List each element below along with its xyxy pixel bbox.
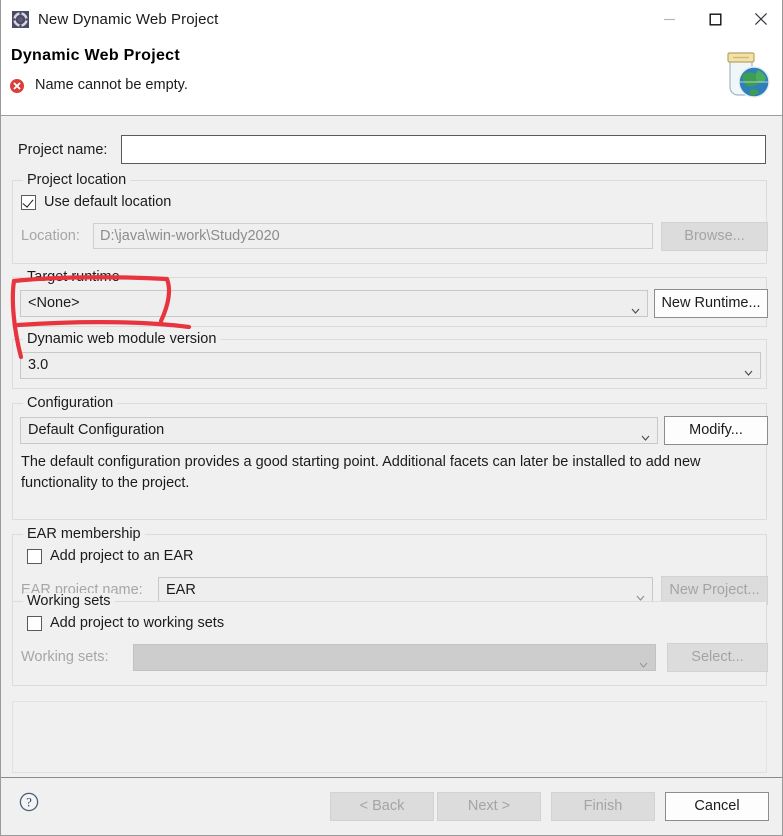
configuration-value: Default Configuration [28,422,165,438]
wizard-footer: ? < Back Next > Finish Cancel [1,777,782,835]
web-module-version-group: Dynamic web module version 3.0 [12,331,767,389]
new-dynamic-web-project-dialog: New Dynamic Web Project Dynamic Web Proj… [0,0,783,836]
title-bar: New Dynamic Web Project [1,0,782,38]
web-module-version-value: 3.0 [28,357,49,373]
select-button: Select... [667,643,768,672]
ear-project-name-value: EAR [166,582,196,598]
project-location-group: Project location Use default location Lo… [12,172,768,264]
chevron-down-icon [631,299,640,314]
validation-message: Name cannot be empty. [35,77,188,93]
empty-filler-panel [12,701,767,773]
add-to-ear-checkbox[interactable] [27,548,42,564]
eclipse-wizard-icon [12,10,29,28]
browse-button: Browse... [661,222,768,251]
page-title: Dynamic Web Project [11,47,181,64]
minimize-icon[interactable] [646,0,692,38]
wizard-body: Project name: Project location Use defau… [1,117,782,777]
chevron-down-icon [639,653,648,668]
ear-project-name-combo: EAR [158,577,653,604]
target-runtime-value: <None> [28,295,80,311]
web-project-jar-globe-icon [712,42,776,106]
chevron-down-icon [636,586,645,601]
help-question-icon[interactable]: ? [19,792,39,812]
working-sets-combo [133,644,656,671]
add-to-working-sets-row[interactable]: Add project to working sets [27,615,224,631]
project-location-group-title: Project location [23,172,131,188]
window-title: New Dynamic Web Project [38,10,219,28]
project-name-input[interactable] [121,135,766,164]
configuration-group: Configuration Default Configuration Modi… [12,395,768,520]
maximize-icon[interactable] [692,0,738,38]
add-to-working-sets-label: Add project to working sets [50,615,225,631]
target-runtime-group-title: Target runtime [23,269,124,285]
project-name-label: Project name: [18,142,108,158]
new-runtime-button[interactable]: New Runtime... [654,289,768,318]
working-sets-group-title: Working sets [23,593,115,609]
wizard-header: Dynamic Web Project Name cannot be empty… [1,38,782,116]
ear-membership-group-title: EAR membership [23,526,145,542]
close-icon[interactable] [738,0,782,38]
chevron-down-icon [744,361,753,376]
finish-button: Finish [551,792,655,821]
location-label: Location: [21,228,80,244]
next-button: Next > [437,792,541,821]
project-name-row: Project name: [1,135,782,169]
modify-button[interactable]: Modify... [664,416,768,445]
chevron-down-icon [641,426,650,441]
cancel-button[interactable]: Cancel [665,792,769,821]
configuration-description: The default configuration provides a goo… [21,454,701,491]
configuration-combo[interactable]: Default Configuration [20,417,658,444]
add-to-working-sets-checkbox[interactable] [27,615,42,631]
back-button: < Back [330,792,434,821]
working-sets-group: Working sets Add project to working sets… [12,593,768,686]
web-module-version-group-title: Dynamic web module version [23,331,221,347]
target-runtime-group: Target runtime <None> New Runtime... [12,269,768,327]
use-default-location-label: Use default location [44,194,172,210]
web-module-version-combo[interactable]: 3.0 [20,352,761,379]
add-to-ear-label: Add project to an EAR [50,548,194,564]
svg-text:?: ? [26,796,32,810]
target-runtime-combo[interactable]: <None> [20,290,648,317]
error-circle-icon [9,78,25,94]
configuration-group-title: Configuration [23,395,118,411]
working-sets-label: Working sets: [21,649,109,665]
window-controls [646,0,782,38]
add-to-ear-row[interactable]: Add project to an EAR [27,548,193,564]
location-field: D:\java\win-work\Study2020 [93,223,653,249]
use-default-location-checkbox[interactable] [21,194,36,210]
use-default-location-row[interactable]: Use default location [21,194,171,210]
